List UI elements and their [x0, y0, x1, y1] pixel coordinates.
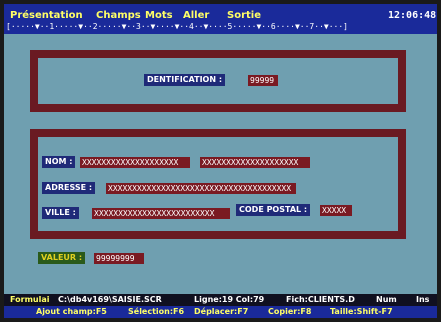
status-bar: Formulai C:\db4v169\SAISIE.SCR Ligne:19 … [4, 294, 437, 306]
menu-presentation[interactable]: Présentation [10, 10, 83, 21]
fkey-selection[interactable]: Sélection:F6 [128, 306, 184, 318]
identification-label: DENTIFICATION : [144, 74, 226, 86]
status-file: Fich:CLIENTS.D [286, 295, 355, 304]
identification-field[interactable]: 99999 [248, 75, 278, 86]
fkey-deplacer[interactable]: Déplacer:F7 [194, 306, 248, 318]
function-key-bar: Ajout champ:F5 Sélection:F6 Déplacer:F7 … [4, 306, 437, 318]
fkey-ajout-champ[interactable]: Ajout champ:F5 [36, 306, 107, 318]
nom-label: NOM : [42, 156, 76, 168]
identification-panel: DENTIFICATION : 99999 [30, 50, 406, 112]
fkey-copier[interactable]: Copier:F8 [268, 306, 311, 318]
client-panel: NOM : XXXXXXXXXXXXXXXXXXXX XXXXXXXXXXXXX… [30, 129, 406, 239]
ville-label: VILLE : [42, 207, 79, 219]
fkey-taille[interactable]: Taille:Shift-F7 [330, 306, 393, 318]
identification-panel-inner: DENTIFICATION : 99999 [38, 58, 398, 104]
menu-sortie[interactable]: Sortie [227, 10, 261, 21]
ville-field[interactable]: XXXXXXXXXXXXXXXXXXXXXXXXX [92, 208, 230, 219]
nom-field-1[interactable]: XXXXXXXXXXXXXXXXXXXX [80, 157, 190, 168]
code-postal-label: CODE POSTAL : [236, 204, 311, 216]
status-ins: Ins [416, 295, 430, 304]
dbase-screen: Présentation Champs Mots Aller Sortie 12… [4, 4, 437, 318]
menu-bar: Présentation Champs Mots Aller Sortie 12… [4, 4, 437, 34]
adresse-label: ADRESSE : [42, 182, 96, 194]
column-ruler: [·····▼··1·····▼··2·····▼··3··▼····▼··4·… [6, 22, 348, 31]
menu-mots[interactable]: Mots [145, 10, 173, 21]
status-num: Num [376, 295, 397, 304]
client-panel-inner: NOM : XXXXXXXXXXXXXXXXXXXX XXXXXXXXXXXXX… [38, 137, 398, 231]
nom-field-2[interactable]: XXXXXXXXXXXXXXXXXXXX [200, 157, 310, 168]
status-position: Ligne:19 Col:79 [194, 295, 265, 304]
status-path: C:\db4v169\SAISIE.SCR [58, 295, 162, 304]
code-postal-field[interactable]: XXXXX [320, 205, 352, 216]
status-mode: Formulai [10, 295, 50, 304]
adresse-field[interactable]: XXXXXXXXXXXXXXXXXXXXXXXXXXXXXXXXXXXXXX [106, 183, 296, 194]
valeur-label: VALEUR : [38, 252, 86, 264]
clock: 12:06:48 [388, 10, 437, 21]
valeur-field[interactable]: 99999999 [94, 253, 144, 264]
menu-champs[interactable]: Champs [96, 10, 141, 21]
menu-aller[interactable]: Aller [183, 10, 209, 21]
